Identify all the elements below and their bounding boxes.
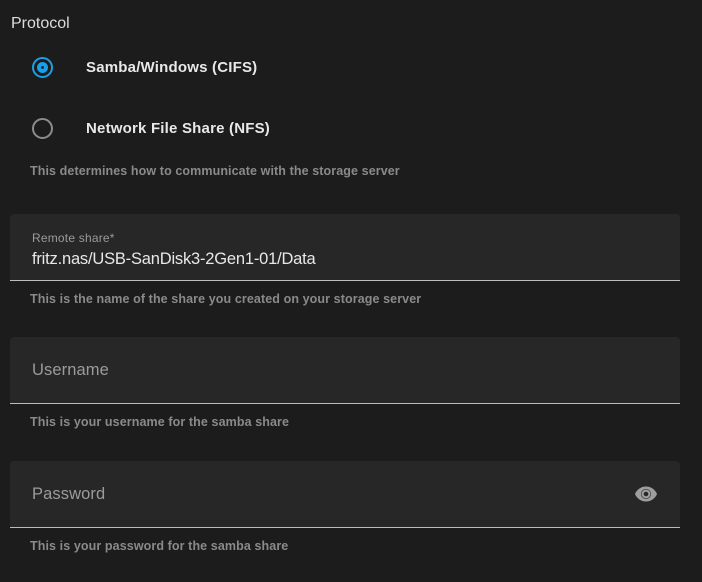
radio-option-cifs-label: Samba/Windows (CIFS) — [86, 59, 257, 76]
password-field[interactable]: Password — [10, 461, 680, 528]
password-visibility-toggle[interactable] — [634, 482, 658, 506]
username-field[interactable]: Username — [10, 337, 680, 404]
eye-icon — [634, 482, 658, 506]
radio-inner-dot — [37, 62, 48, 73]
protocol-helper-text: This determines how to communicate with … — [30, 164, 702, 179]
protocol-section-label: Protocol — [11, 0, 702, 33]
remote-share-field[interactable]: Remote share* fritz.nas/USB-SanDisk3-2Ge… — [10, 214, 680, 281]
remote-share-label: Remote share* — [32, 231, 658, 245]
network-storage-form: Protocol Samba/Windows (CIFS) Network Fi… — [0, 0, 702, 582]
password-helper-text: This is your password for the samba shar… — [30, 539, 702, 554]
username-helper-text: This is your username for the samba shar… — [30, 415, 702, 430]
radio-unselected-icon[interactable] — [32, 118, 53, 139]
radio-option-nfs-label: Network File Share (NFS) — [86, 120, 270, 137]
radio-option-cifs[interactable]: Samba/Windows (CIFS) — [32, 56, 702, 78]
radio-option-nfs[interactable]: Network File Share (NFS) — [32, 117, 702, 139]
password-field-label: Password — [32, 485, 105, 504]
remote-share-helper-text: This is the name of the share you create… — [30, 292, 702, 307]
radio-selected-icon[interactable] — [32, 57, 53, 78]
remote-share-value: fritz.nas/USB-SanDisk3-2Gen1-01/Data — [32, 250, 658, 269]
username-field-label: Username — [32, 361, 109, 380]
